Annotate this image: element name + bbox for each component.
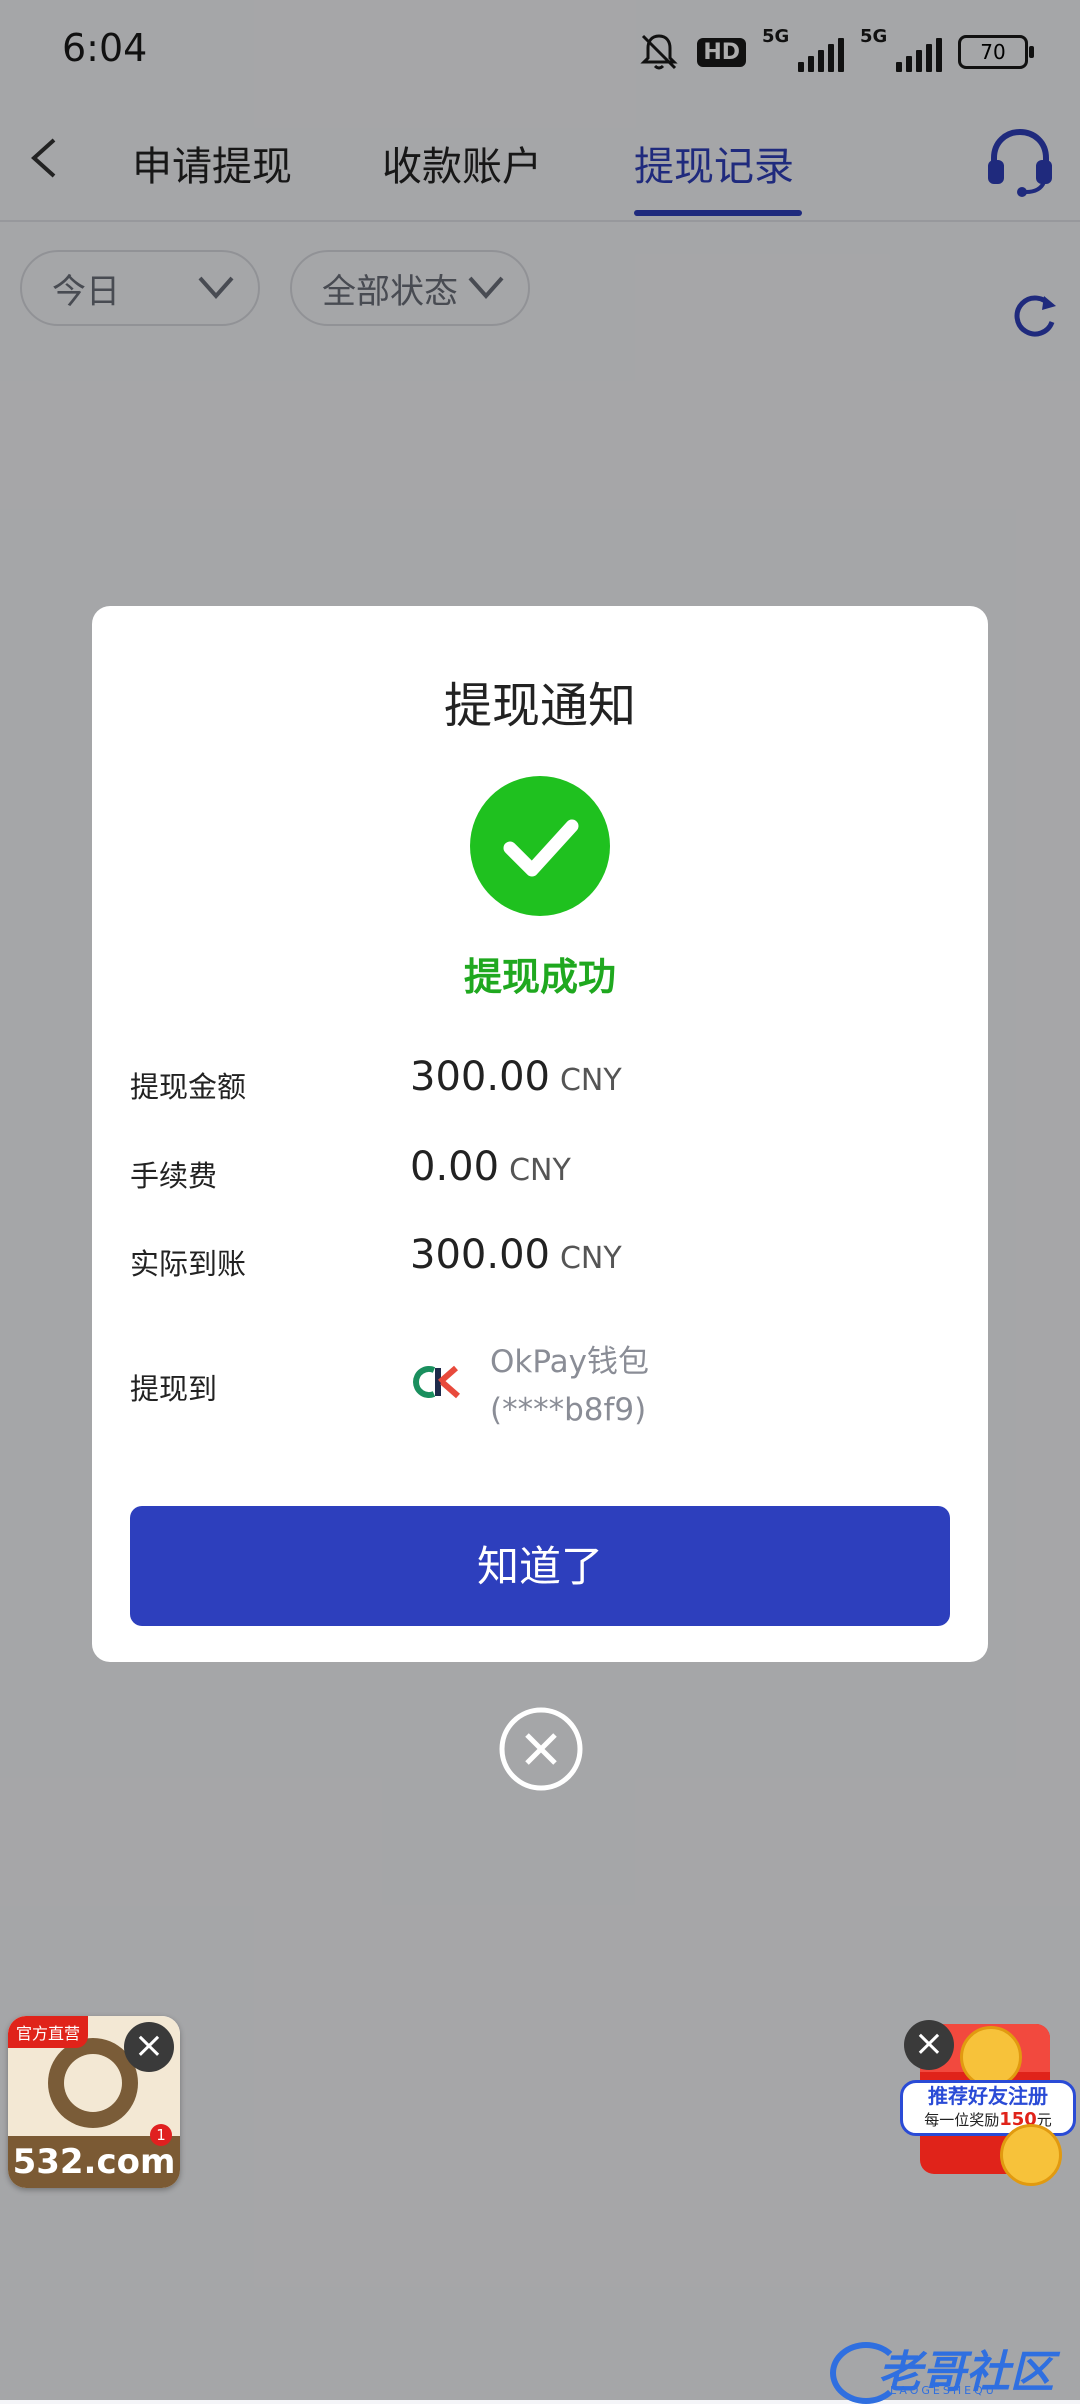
success-check-icon [470, 776, 610, 916]
withdraw-notice-dialog: 提现通知 提现成功 提现金额 300.00 CNY 手续费 0.00 CNY 实际到… [92, 606, 988, 1662]
received-unit: CNY [559, 1241, 622, 1276]
dialog-title: 提现通知 [443, 678, 636, 734]
received-number: 300.00 [410, 1232, 550, 1278]
coin-icon [960, 2026, 1022, 2088]
amount-value: 300.00 CNY [410, 1054, 622, 1100]
acknowledge-button[interactable]: 知道了 [130, 1506, 950, 1626]
okpay-logo-icon [413, 1365, 460, 1399]
coin-icon [1000, 2124, 1062, 2186]
ad-left-badge: 1 [150, 2124, 172, 2146]
close-ad-right-button[interactable]: × [904, 2020, 954, 2070]
fee-unit: CNY [509, 1153, 571, 1188]
watermark-subtext: LAOGESHEQU [890, 2384, 997, 2397]
wallet-account: (****b8f9) [490, 1392, 647, 1428]
received-label: 实际到账 [130, 1247, 247, 1281]
referral-title: 推荐好友注册 [928, 2084, 1048, 2108]
fee-value: 0.00 CNY [410, 1144, 571, 1190]
result-status: 提现成功 [463, 955, 616, 999]
watermark-logo: 老哥社区 LAOGESHEQU [830, 2336, 1070, 2404]
fee-label: 手续费 [130, 1159, 218, 1193]
destination-label: 提现到 [130, 1372, 218, 1406]
amount-unit: CNY [559, 1063, 622, 1098]
fee-number: 0.00 [410, 1144, 500, 1190]
close-circle-icon[interactable] [498, 1706, 584, 1792]
received-value: 300.00 CNY [410, 1232, 622, 1278]
referral-banner: 推荐好友注册 每一位奖励150元 [900, 2080, 1076, 2136]
ad-left-tag: 官方直营 [8, 2016, 89, 2048]
wallet-name: OkPay钱包 [490, 1344, 649, 1380]
referral-reward: 每一位奖励150元 [903, 2109, 1073, 2131]
amount-number: 300.00 [410, 1054, 550, 1100]
close-ad-left-button[interactable]: × [124, 2022, 174, 2072]
amount-label: 提现金额 [130, 1070, 247, 1104]
reward-prefix: 每一位奖励 [924, 2111, 1000, 2129]
